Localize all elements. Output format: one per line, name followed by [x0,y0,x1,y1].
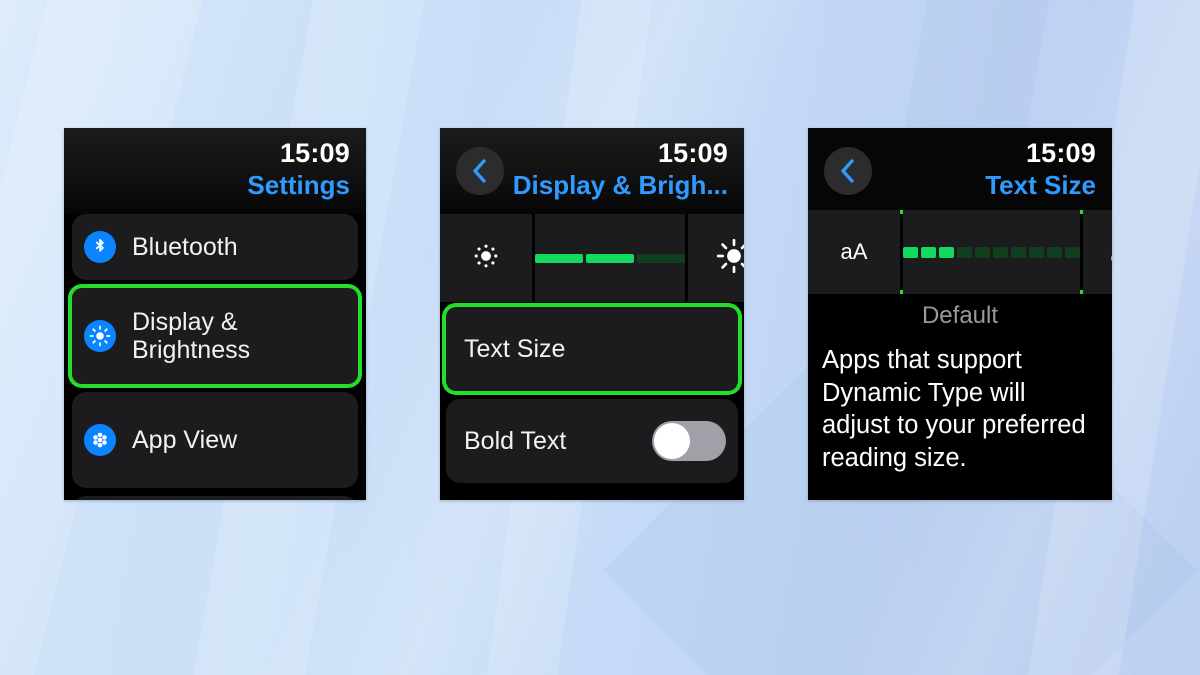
app-view-icon [84,424,116,456]
brightness-low-icon [472,242,500,275]
brightness-icon [84,320,116,352]
text-size-track-empty-3 [993,246,1008,258]
settings-row-accessibility[interactable]: Accessibility [72,496,358,500]
text-size-description: Apps that support Dynamic Type will adju… [822,346,1086,472]
settings-row-app-view[interactable]: App View [72,392,358,488]
text-size-slider-track[interactable] [903,210,1080,294]
small-aA-icon: aA [840,239,868,264]
text-size-current-value: Default [921,302,999,329]
watch-screen-settings: 15:09 Settings Bluetooth Display & Brigh… [64,128,366,500]
settings-row-display-and-brightness[interactable]: Display & Brightness [72,288,358,384]
text-size-track-filled-3 [939,246,954,258]
chevron-left-icon [468,157,492,185]
text-size-track-empty-5 [1029,246,1044,258]
status-time: 15:09 [1025,138,1096,168]
bold-text-toggle[interactable] [652,421,726,461]
display-row-text-size[interactable]: Text Size [446,307,738,391]
display-row-label: Text Size [464,334,566,363]
brightness-slider-track[interactable] [535,214,685,302]
watch-screen-text-size: 15:09 Text Size aA aA Default [808,128,1112,500]
brightness-track-empty-1 [637,253,685,263]
back-button[interactable] [456,147,504,195]
brightness-high-icon [716,238,744,279]
watch-screen-display-brightness: 15:09 Display & Brigh... Text Size Bold … [440,128,744,500]
display-settings-list: Text Size Bold Text [440,302,744,483]
chevron-left-icon [836,157,860,185]
brightness-track [535,253,685,263]
bluetooth-icon [84,231,116,263]
display-row-bold-text[interactable]: Bold Text [446,399,738,483]
text-size-track-empty-4 [1011,246,1026,258]
text-size-track-empty-7 [1065,246,1080,258]
back-button[interactable] [824,147,872,195]
text-size-track-empty-2 [975,246,990,258]
brightness-track-filled-1 [535,253,583,263]
text-size-track [903,246,1080,258]
text-size-decrease-button[interactable]: aA [808,210,900,294]
toggle-knob [654,423,690,459]
status-time: 15:09 [657,138,728,168]
settings-row-label: Bluetooth [132,232,238,261]
text-size-track-empty-1 [957,246,972,258]
settings-row-label: App View [132,425,238,454]
brightness-increase-button[interactable] [688,214,744,302]
text-size-track-filled-2 [921,246,936,258]
status-time: 15:09 [279,138,350,168]
text-size-increase-button[interactable]: aA [1083,210,1112,294]
text-size-slider-control[interactable]: aA aA [808,210,1112,294]
statusbar-display-brightness: 15:09 Display & Brigh... [440,128,744,214]
page-title: Settings [247,170,350,200]
page-title: Text Size [985,170,1096,200]
brightness-track-filled-2 [586,253,634,263]
large-aA-icon: aA [1110,237,1112,268]
brightness-decrease-button[interactable] [440,214,532,302]
settings-row-label: Display & Brightness [132,307,251,365]
brightness-slider-control[interactable] [440,214,744,302]
display-row-label: Bold Text [464,426,567,455]
page-title: Display & Brigh... [512,170,728,200]
settings-list: Bluetooth Display & Brightness App View [64,214,366,500]
statusbar-text-size: 15:09 Text Size [808,128,1112,210]
settings-row-bluetooth[interactable]: Bluetooth [72,214,358,280]
statusbar-settings: 15:09 Settings [64,128,366,214]
text-size-track-filled-1 [903,246,918,258]
text-size-track-empty-6 [1047,246,1062,258]
